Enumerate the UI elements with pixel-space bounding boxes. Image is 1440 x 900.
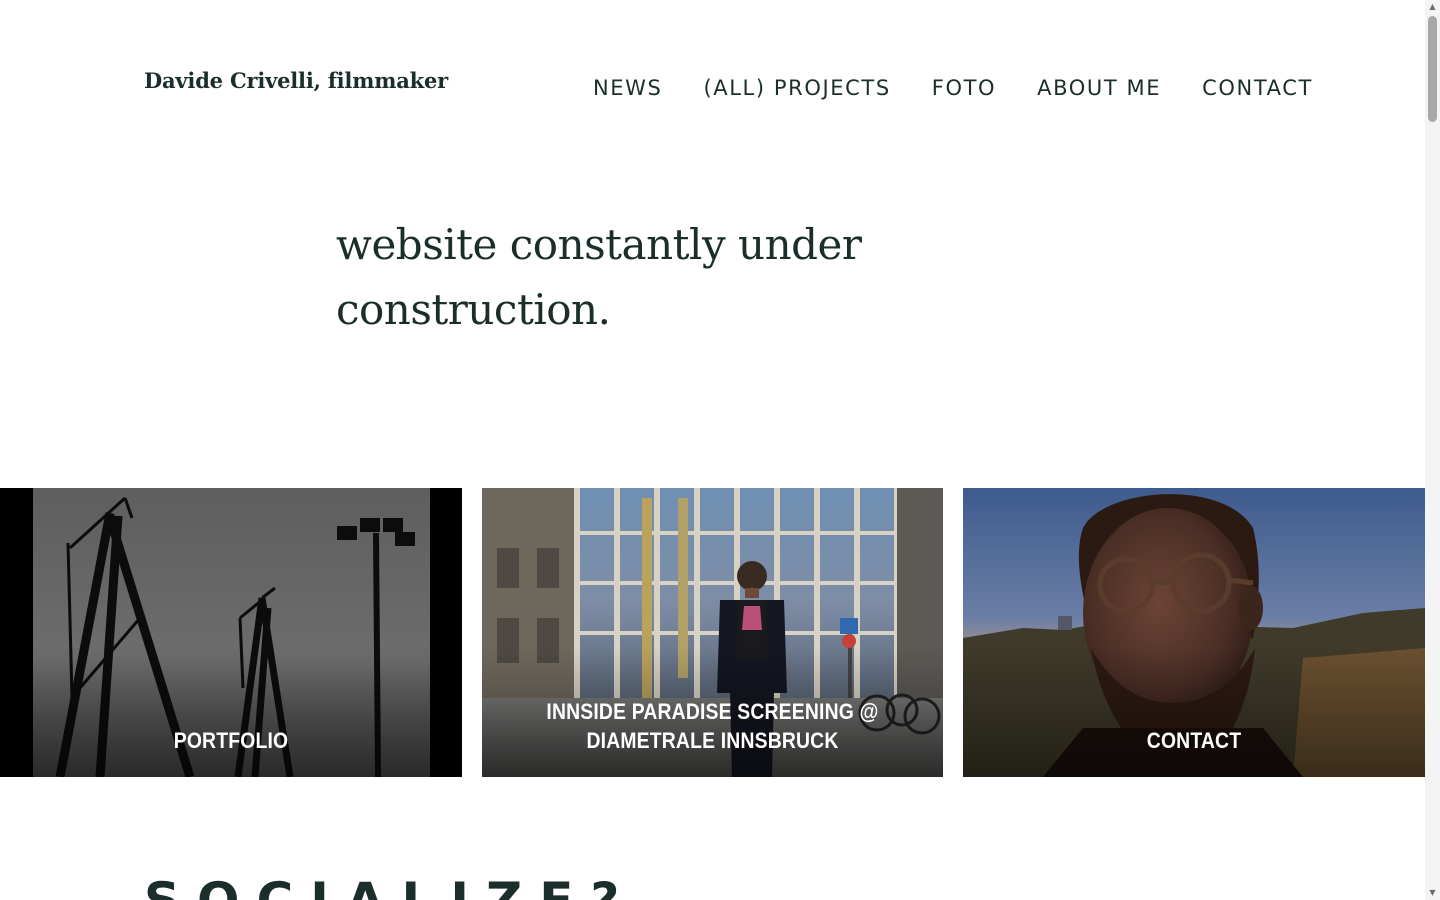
scroll-thumb[interactable] (1428, 16, 1437, 122)
portfolio-tile-label: PORTFOLIO (173, 728, 289, 753)
scroll-down-arrow-icon[interactable]: ▼ (1425, 886, 1440, 900)
nav-item-about-me[interactable]: ABOUT ME (1037, 76, 1161, 100)
contact-tile-label: CONTACT (1146, 728, 1242, 753)
feature-tiles: PORTFOLIO INNSIDE PARADISE SCREENING @ D… (0, 488, 1425, 777)
main-nav: NEWS (ALL) PROJECTS FOTO ABOUT ME CONTAC… (593, 76, 1313, 100)
intro-text: website constantly under construction. (336, 220, 862, 334)
scroll-up-arrow-icon[interactable]: ▲ (1425, 0, 1440, 14)
screening-tile-label: INNSIDE PARADISE SCREENING @ DIAMETRALE … (546, 699, 879, 753)
nav-item-foto[interactable]: FOTO (932, 76, 996, 100)
nav-item-contact[interactable]: CONTACT (1202, 76, 1313, 100)
site-title-link[interactable]: Davide Crivelli, filmmaker (144, 68, 448, 93)
nav-item-news[interactable]: NEWS (593, 76, 662, 100)
portfolio-tile[interactable]: PORTFOLIO (0, 488, 462, 777)
site-header: Davide Crivelli, filmmaker NEWS (ALL) PR… (0, 0, 1425, 160)
socialize-heading: SOCIALIZE? (144, 872, 636, 900)
page-scrollbar[interactable]: ▲ ▼ (1425, 0, 1440, 900)
tile-shade (963, 647, 1425, 777)
screening-tile[interactable]: INNSIDE PARADISE SCREENING @ DIAMETRALE … (482, 488, 943, 777)
tile-shade (0, 647, 462, 777)
nav-item-all-projects[interactable]: (ALL) PROJECTS (703, 76, 890, 100)
contact-tile[interactable]: CONTACT (963, 488, 1425, 777)
